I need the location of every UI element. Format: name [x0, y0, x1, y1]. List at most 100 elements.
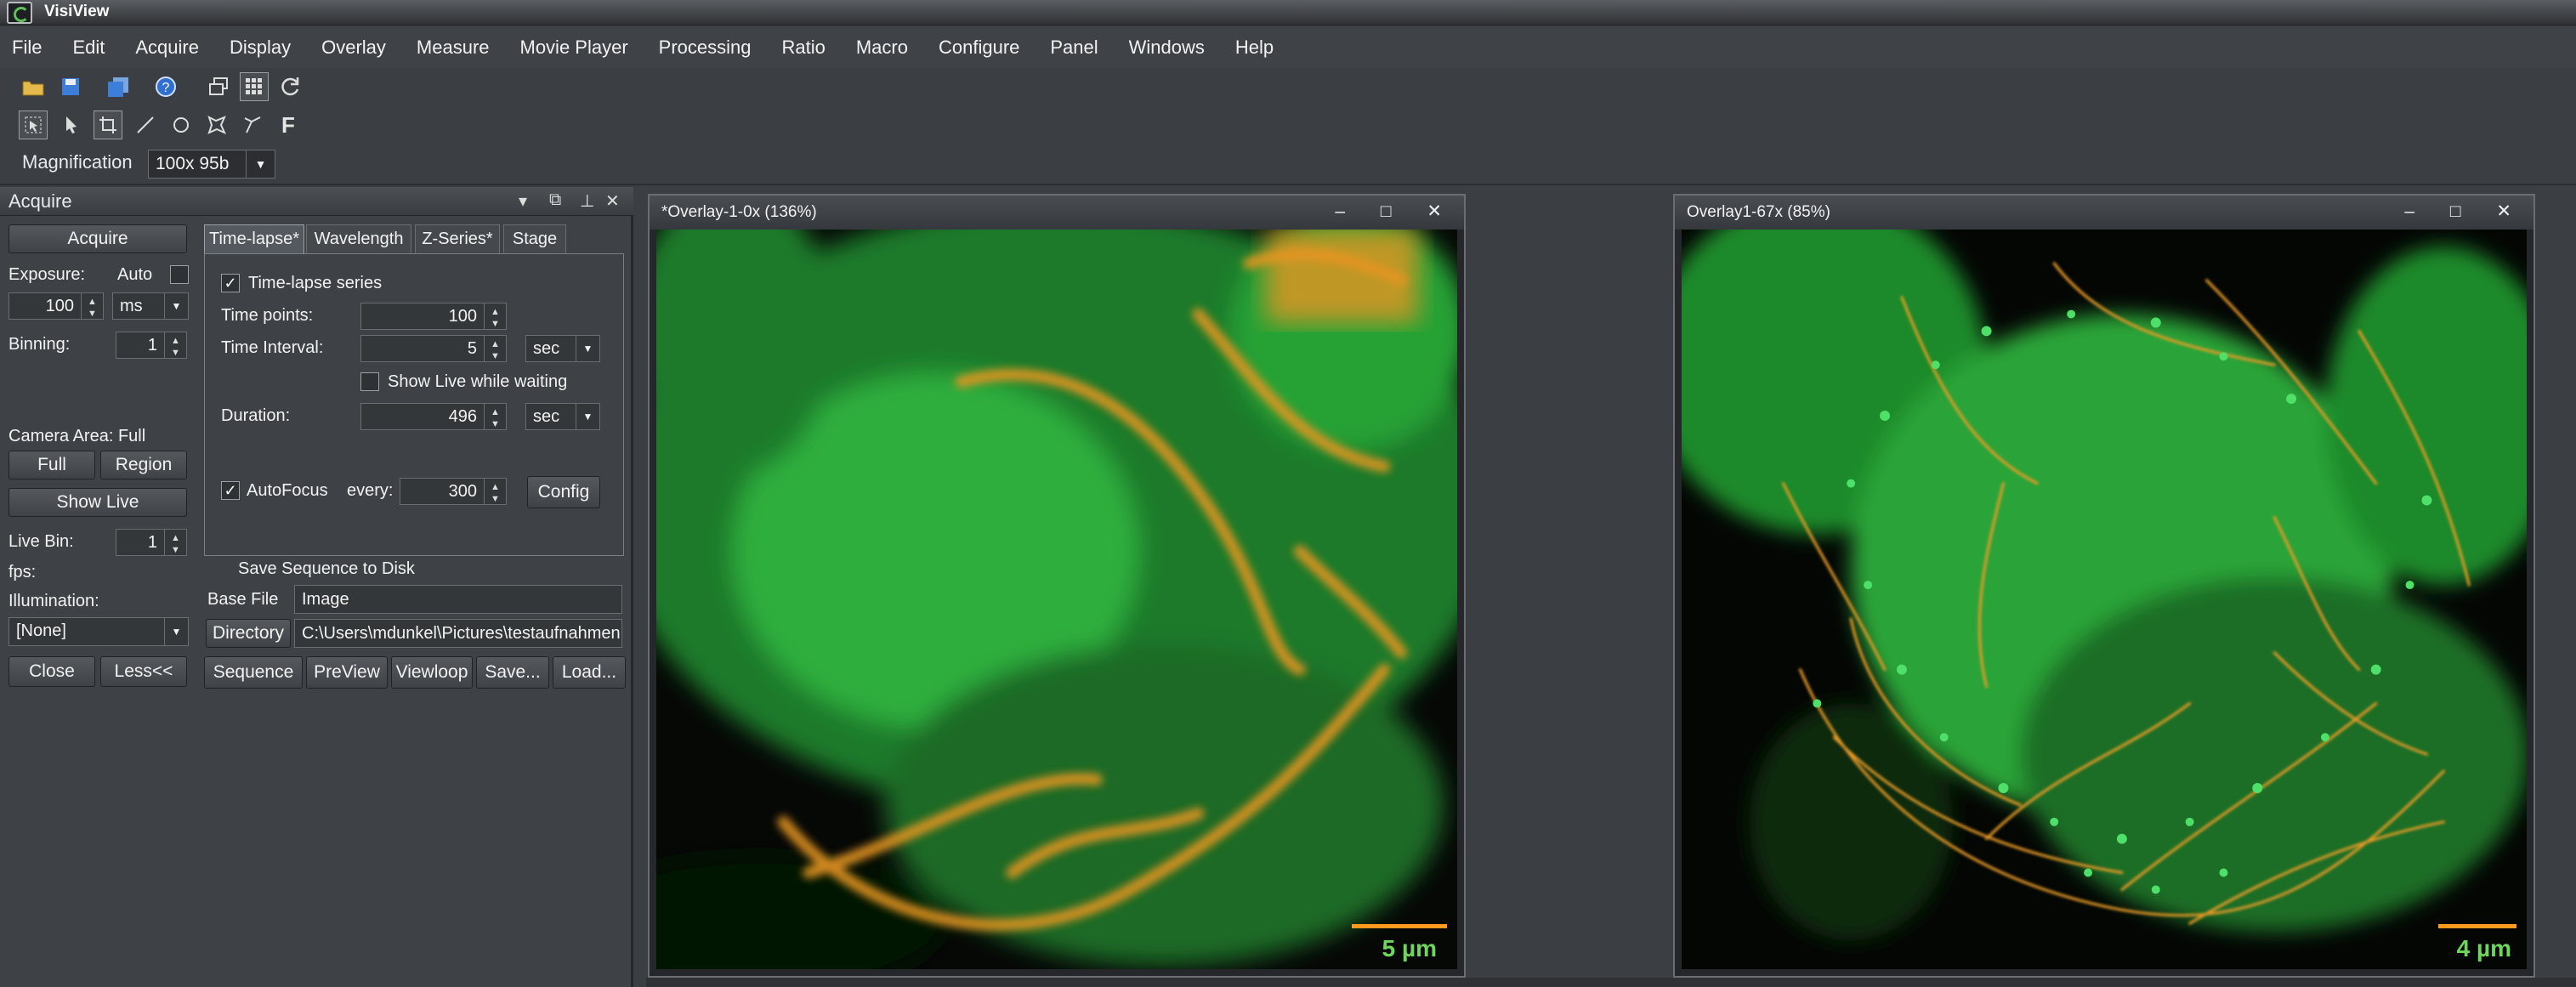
grid-icon[interactable] — [240, 72, 269, 101]
scale-bar — [2438, 924, 2516, 928]
spinner-icon[interactable]: ▲ ▼ — [484, 336, 506, 361]
microscopy-image[interactable]: 5 µm — [656, 230, 1457, 969]
menu-macro[interactable]: Macro — [856, 37, 908, 59]
spinner-icon[interactable]: ▲ ▼ — [484, 303, 506, 329]
refresh-icon[interactable] — [275, 72, 304, 101]
menu-file[interactable]: File — [12, 37, 42, 59]
menu-edit[interactable]: Edit — [72, 37, 105, 59]
window-title-bar[interactable]: Overlay1-67x (85%) – □ ✕ — [1675, 196, 2533, 230]
window-controls-icon[interactable]: – □ ✕ — [1335, 201, 1457, 222]
config-button[interactable]: Config — [527, 476, 600, 508]
microscopy-image[interactable]: 4 µm — [1682, 230, 2527, 969]
chevron-down-icon[interactable]: ▼ — [164, 618, 188, 645]
exposure-unit-select[interactable]: ms ▼ — [112, 292, 189, 320]
arrow-pointer-icon[interactable] — [58, 111, 87, 139]
directory-button[interactable]: Directory — [206, 619, 291, 648]
toolbar-main: ? — [0, 68, 2576, 105]
title-bar: VisiView — [0, 0, 2576, 26]
duration-unit-value: sec — [533, 407, 560, 426]
menu-overlay[interactable]: Overlay — [321, 37, 386, 59]
close-button[interactable]: Close — [9, 656, 95, 687]
time-lapse-series-checkbox[interactable]: ✓ — [221, 274, 240, 292]
text-tool-icon[interactable]: F — [274, 111, 303, 139]
autofocus-every-value: 300 — [448, 482, 477, 501]
menu-display[interactable]: Display — [230, 37, 291, 59]
duration-input[interactable]: 496 ▲ ▼ — [360, 403, 507, 430]
less-button[interactable]: Less<< — [100, 656, 187, 687]
autofocus-checkbox[interactable]: ✓ — [221, 481, 240, 500]
chevron-down-icon[interactable]: ▼ — [246, 150, 275, 178]
float-panel-icon[interactable]: ⧉ — [549, 190, 561, 210]
tab-time-lapse[interactable]: Time-lapse* — [204, 224, 304, 253]
save-icon[interactable] — [56, 72, 85, 101]
show-live-waiting-checkbox[interactable] — [360, 372, 379, 391]
show-live-button[interactable]: Show Live — [9, 488, 187, 517]
duration-unit-select[interactable]: sec ▼ — [525, 403, 600, 430]
tab-z-series[interactable]: Z-Series* — [415, 224, 500, 253]
viewloop-button[interactable]: Viewloop — [391, 656, 473, 689]
region-button[interactable]: Region — [100, 451, 187, 479]
exposure-input[interactable]: 100 ▲ ▼ — [9, 292, 104, 320]
tab-wavelength[interactable]: Wavelength — [306, 224, 411, 253]
select-tool-icon[interactable] — [19, 111, 48, 139]
crop-icon[interactable] — [94, 111, 122, 139]
app-title: VisiView — [44, 3, 110, 20]
menu-processing[interactable]: Processing — [659, 37, 752, 59]
panel-title: Acquire — [9, 190, 72, 212]
pin-icon[interactable]: ⊥ — [580, 190, 594, 212]
binning-label: Binning: — [9, 335, 71, 354]
spinner-icon[interactable]: ▲ ▼ — [164, 530, 186, 555]
live-bin-input[interactable]: 1 ▲ ▼ — [116, 529, 187, 556]
window-controls-icon[interactable]: – □ ✕ — [2404, 201, 2527, 222]
spinner-icon[interactable]: ▲ ▼ — [484, 404, 506, 429]
chevron-down-icon[interactable]: ▼ — [576, 404, 599, 429]
freehand-tool-icon[interactable] — [238, 111, 267, 139]
close-icon[interactable]: ✕ — [605, 190, 620, 212]
window-title-bar[interactable]: *Overlay-1-0x (136%) – □ ✕ — [650, 196, 1464, 230]
save-all-icon[interactable] — [104, 72, 133, 101]
open-folder-icon[interactable] — [19, 72, 48, 101]
interval-unit-select[interactable]: sec ▼ — [525, 335, 600, 362]
line-tool-icon[interactable] — [131, 111, 160, 139]
spinner-icon[interactable]: ▲ ▼ — [81, 293, 103, 319]
tab-stage[interactable]: Stage — [503, 224, 566, 253]
live-bin-value: 1 — [147, 533, 157, 552]
menu-panel[interactable]: Panel — [1050, 37, 1098, 59]
polygon-tool-icon[interactable] — [202, 111, 231, 139]
help-icon[interactable]: ? — [151, 72, 180, 101]
panel-menu-icon[interactable]: ▾ — [519, 190, 527, 212]
menu-windows[interactable]: Windows — [1129, 37, 1205, 59]
menu-acquire[interactable]: Acquire — [135, 37, 199, 59]
base-file-input[interactable]: Image — [294, 585, 622, 614]
sequence-button[interactable]: Sequence — [204, 656, 303, 689]
spinner-icon[interactable]: ▲ ▼ — [164, 332, 186, 358]
menu-help[interactable]: Help — [1235, 37, 1274, 59]
chevron-down-icon[interactable]: ▼ — [164, 293, 188, 319]
time-interval-input[interactable]: 5 ▲ ▼ — [360, 335, 507, 362]
menu-measure[interactable]: Measure — [417, 37, 490, 59]
ellipse-tool-icon[interactable] — [167, 111, 196, 139]
directory-input[interactable]: C:\Users\mdunkel\Pictures\testaufnahmen — [294, 619, 622, 648]
save-button[interactable]: Save... — [476, 656, 549, 689]
image-window-overlay-1[interactable]: *Overlay-1-0x (136%) – □ ✕ 5 µm — [648, 194, 1466, 978]
image-window-overlay-2[interactable]: Overlay1-67x (85%) – □ ✕ 4 µm — [1673, 194, 2535, 978]
menu-ratio[interactable]: Ratio — [782, 37, 826, 59]
menu-configure[interactable]: Configure — [939, 37, 1019, 59]
preview-button[interactable]: PreView — [306, 656, 388, 689]
auto-exposure-checkbox[interactable] — [170, 265, 189, 284]
binning-input[interactable]: 1 ▲ ▼ — [116, 332, 187, 359]
acquire-button[interactable]: Acquire — [9, 224, 187, 253]
toolbar-tools: F — [0, 105, 2576, 145]
autofocus-label: AutoFocus — [247, 481, 328, 500]
autofocus-every-input[interactable]: 300 ▲ ▼ — [400, 478, 507, 505]
magnification-label: Magnification — [22, 151, 133, 173]
spinner-icon[interactable]: ▲ ▼ — [484, 479, 506, 504]
full-button[interactable]: Full — [9, 451, 95, 479]
windows-icon[interactable] — [204, 72, 233, 101]
load-button[interactable]: Load... — [553, 656, 626, 689]
time-points-input[interactable]: 100 ▲ ▼ — [360, 303, 507, 330]
chevron-down-icon[interactable]: ▼ — [576, 336, 599, 361]
menu-movie-player[interactable]: Movie Player — [520, 37, 628, 59]
magnification-select[interactable]: 100x 95b ▼ — [148, 150, 275, 179]
illumination-select[interactable]: [None] ▼ — [9, 617, 189, 646]
